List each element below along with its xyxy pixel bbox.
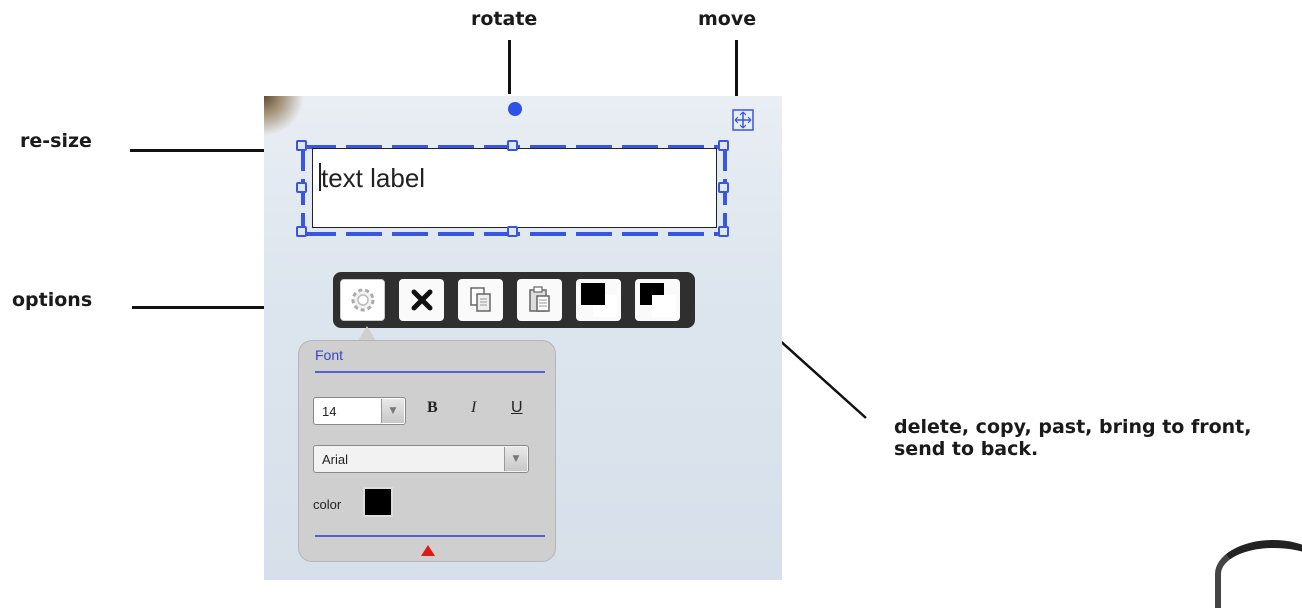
resize-handle-bottom-right[interactable] (718, 226, 729, 237)
font-family-dropdown-button[interactable]: ▼ (504, 447, 527, 471)
delete-icon (411, 289, 432, 311)
copy-button[interactable] (458, 279, 503, 321)
paste-icon (528, 286, 550, 312)
callout-actions-line1: delete, copy, past, bring to front, (894, 416, 1252, 438)
resize-handle-middle-right[interactable] (718, 182, 729, 193)
font-family-value: Arial (322, 452, 349, 467)
resize-handle-top-left[interactable] (296, 140, 307, 151)
color-label: color (313, 497, 342, 512)
rotate-handle[interactable] (508, 102, 522, 116)
canvas-corner-shading (264, 96, 304, 136)
panel-title-font: Font (315, 347, 344, 363)
callout-actions-line2: send to back. (894, 438, 1039, 460)
chevron-down-icon: ▼ (512, 454, 520, 464)
underline-button[interactable]: U (511, 399, 523, 417)
font-family-select[interactable]: Arial ▼ (313, 445, 529, 473)
bold-button[interactable]: B (427, 399, 438, 417)
font-size-select[interactable]: 14 ▼ (313, 397, 406, 425)
copy-icon (469, 287, 491, 312)
collapse-arrow-icon[interactable] (421, 545, 435, 556)
options-panel-pointer (358, 326, 376, 341)
gear-icon (351, 288, 374, 312)
delete-button[interactable] (399, 279, 444, 321)
options-panel: Font 14 ▼ B I U Arial ▼ color (298, 340, 556, 562)
font-size-dropdown-button[interactable]: ▼ (381, 399, 404, 423)
resize-handle-middle-left[interactable] (296, 182, 307, 193)
resize-handle-top-right[interactable] (718, 140, 729, 151)
resize-handle-top-center[interactable] (507, 140, 518, 151)
text-label-value: text label (321, 163, 426, 193)
send-to-back-button[interactable] (635, 279, 680, 321)
panel-title-rule (315, 371, 545, 373)
bring-to-front-button[interactable] (576, 279, 621, 321)
panel-bottom-rule (315, 535, 545, 537)
options-button[interactable] (340, 279, 385, 321)
text-label-box[interactable]: text label (312, 148, 717, 228)
move-icon[interactable] (732, 109, 754, 131)
font-size-value: 14 (322, 404, 337, 419)
bring-to-front-icon (580, 283, 617, 317)
paste-button[interactable] (517, 279, 562, 321)
resize-handle-bottom-center[interactable] (507, 226, 518, 237)
send-to-back-icon (639, 283, 676, 317)
italic-button[interactable]: I (471, 399, 476, 417)
color-swatch[interactable] (363, 487, 393, 517)
object-toolbar (333, 272, 695, 328)
resize-handle-bottom-left[interactable] (296, 226, 307, 237)
chevron-down-icon: ▼ (389, 406, 397, 416)
